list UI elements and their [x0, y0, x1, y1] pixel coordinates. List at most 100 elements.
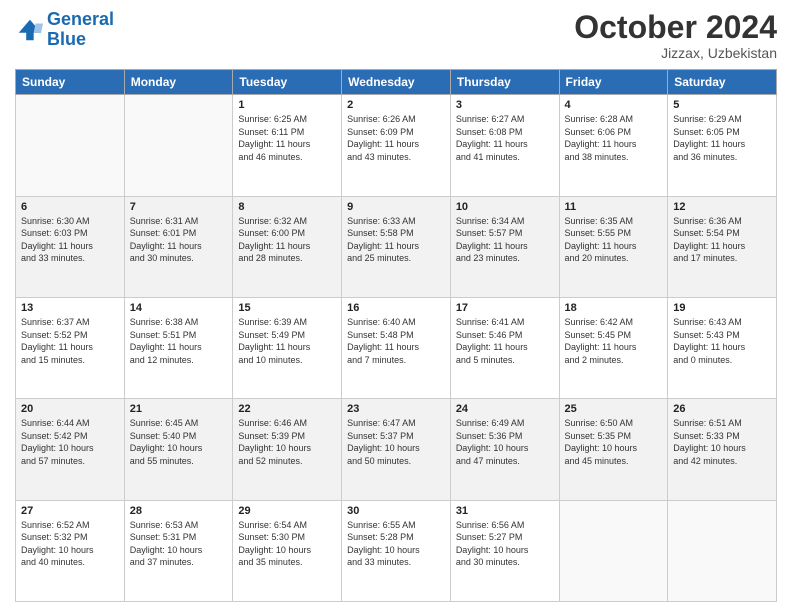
- day-info: Sunrise: 6:49 AM Sunset: 5:36 PM Dayligh…: [456, 417, 554, 467]
- day-info: Sunrise: 6:41 AM Sunset: 5:46 PM Dayligh…: [456, 316, 554, 366]
- col-thursday: Thursday: [450, 70, 559, 95]
- table-cell: 19 Sunrise: 6:43 AM Sunset: 5:43 PM Dayli…: [668, 297, 777, 398]
- table-cell: [16, 95, 125, 196]
- day-info: Sunrise: 6:31 AM Sunset: 6:01 PM Dayligh…: [130, 215, 228, 265]
- day-number: 1: [238, 99, 336, 111]
- day-info: Sunrise: 6:44 AM Sunset: 5:42 PM Dayligh…: [21, 417, 119, 467]
- day-info: Sunrise: 6:37 AM Sunset: 5:52 PM Dayligh…: [21, 316, 119, 366]
- day-number: 8: [238, 201, 336, 213]
- calendar-page: General Blue October 2024 Jizzax, Uzbeki…: [0, 0, 792, 612]
- day-number: 14: [130, 302, 228, 314]
- day-number: 6: [21, 201, 119, 213]
- day-number: 30: [347, 505, 445, 517]
- day-info: Sunrise: 6:55 AM Sunset: 5:28 PM Dayligh…: [347, 519, 445, 569]
- calendar-week-row: 20 Sunrise: 6:44 AM Sunset: 5:42 PM Dayli…: [16, 399, 777, 500]
- day-number: 5: [673, 99, 771, 111]
- day-number: 15: [238, 302, 336, 314]
- day-number: 9: [347, 201, 445, 213]
- table-cell: 14 Sunrise: 6:38 AM Sunset: 5:51 PM Dayli…: [124, 297, 233, 398]
- table-cell: 9 Sunrise: 6:33 AM Sunset: 5:58 PM Daylig…: [342, 196, 451, 297]
- col-wednesday: Wednesday: [342, 70, 451, 95]
- col-saturday: Saturday: [668, 70, 777, 95]
- table-cell: 13 Sunrise: 6:37 AM Sunset: 5:52 PM Dayli…: [16, 297, 125, 398]
- day-info: Sunrise: 6:42 AM Sunset: 5:45 PM Dayligh…: [565, 316, 663, 366]
- day-info: Sunrise: 6:27 AM Sunset: 6:08 PM Dayligh…: [456, 113, 554, 163]
- day-number: 13: [21, 302, 119, 314]
- table-cell: 7Sunrise: 6:31 AM Sunset: 6:01 PM Daylig…: [124, 196, 233, 297]
- day-number: 25: [565, 403, 663, 415]
- calendar-header: Sunday Monday Tuesday Wednesday Thursday…: [16, 70, 777, 95]
- day-number: 16: [347, 302, 445, 314]
- calendar-week-row: 13 Sunrise: 6:37 AM Sunset: 5:52 PM Dayli…: [16, 297, 777, 398]
- logo-blue: Blue: [47, 29, 86, 49]
- day-number: 19: [673, 302, 771, 314]
- table-cell: 8 Sunrise: 6:32 AM Sunset: 6:00 PM Daylig…: [233, 196, 342, 297]
- table-cell: [668, 500, 777, 601]
- location: Jizzax, Uzbekistan: [574, 45, 777, 61]
- day-info: Sunrise: 6:51 AM Sunset: 5:33 PM Dayligh…: [673, 417, 771, 467]
- logo-icon: [15, 16, 43, 44]
- day-info: Sunrise: 6:50 AM Sunset: 5:35 PM Dayligh…: [565, 417, 663, 467]
- day-info: Sunrise: 6:43 AM Sunset: 5:43 PM Dayligh…: [673, 316, 771, 366]
- table-cell: 29 Sunrise: 6:54 AM Sunset: 5:30 PM Dayli…: [233, 500, 342, 601]
- header-row: Sunday Monday Tuesday Wednesday Thursday…: [16, 70, 777, 95]
- day-number: 22: [238, 403, 336, 415]
- table-cell: 12 Sunrise: 6:36 AM Sunset: 5:54 PM Dayli…: [668, 196, 777, 297]
- table-cell: 18 Sunrise: 6:42 AM Sunset: 5:45 PM Dayli…: [559, 297, 668, 398]
- day-info: Sunrise: 6:56 AM Sunset: 5:27 PM Dayligh…: [456, 519, 554, 569]
- col-friday: Friday: [559, 70, 668, 95]
- header: General Blue October 2024 Jizzax, Uzbeki…: [15, 10, 777, 61]
- day-number: 12: [673, 201, 771, 213]
- day-info: Sunrise: 6:32 AM Sunset: 6:00 PM Dayligh…: [238, 215, 336, 265]
- day-number: 29: [238, 505, 336, 517]
- col-tuesday: Tuesday: [233, 70, 342, 95]
- table-cell: 11Sunrise: 6:35 AM Sunset: 5:55 PM Dayli…: [559, 196, 668, 297]
- day-number: 10: [456, 201, 554, 213]
- day-info: Sunrise: 6:33 AM Sunset: 5:58 PM Dayligh…: [347, 215, 445, 265]
- day-number: 31: [456, 505, 554, 517]
- day-number: 3: [456, 99, 554, 111]
- day-info: Sunrise: 6:28 AM Sunset: 6:06 PM Dayligh…: [565, 113, 663, 163]
- day-number: 4: [565, 99, 663, 111]
- day-info: Sunrise: 6:52 AM Sunset: 5:32 PM Dayligh…: [21, 519, 119, 569]
- table-cell: 28Sunrise: 6:53 AM Sunset: 5:31 PM Dayli…: [124, 500, 233, 601]
- table-cell: 30 Sunrise: 6:55 AM Sunset: 5:28 PM Dayli…: [342, 500, 451, 601]
- table-cell: 5 Sunrise: 6:29 AM Sunset: 6:05 PM Daylig…: [668, 95, 777, 196]
- table-cell: 17 Sunrise: 6:41 AM Sunset: 5:46 PM Dayli…: [450, 297, 559, 398]
- table-cell: 21Sunrise: 6:45 AM Sunset: 5:40 PM Dayli…: [124, 399, 233, 500]
- month-year: October 2024: [574, 10, 777, 45]
- day-info: Sunrise: 6:54 AM Sunset: 5:30 PM Dayligh…: [238, 519, 336, 569]
- logo: General Blue: [15, 10, 114, 50]
- table-cell: [559, 500, 668, 601]
- table-cell: 22 Sunrise: 6:46 AM Sunset: 5:39 PM Dayli…: [233, 399, 342, 500]
- day-info: Sunrise: 6:53 AM Sunset: 5:31 PM Dayligh…: [130, 519, 228, 569]
- day-number: 20: [21, 403, 119, 415]
- calendar-week-row: 27Sunrise: 6:52 AM Sunset: 5:32 PM Dayli…: [16, 500, 777, 601]
- table-cell: [124, 95, 233, 196]
- day-info: Sunrise: 6:38 AM Sunset: 5:51 PM Dayligh…: [130, 316, 228, 366]
- table-cell: 20 Sunrise: 6:44 AM Sunset: 5:42 PM Dayli…: [16, 399, 125, 500]
- table-cell: 24Sunrise: 6:49 AM Sunset: 5:36 PM Dayli…: [450, 399, 559, 500]
- day-info: Sunrise: 6:34 AM Sunset: 5:57 PM Dayligh…: [456, 215, 554, 265]
- logo-general: General: [47, 9, 114, 29]
- day-info: Sunrise: 6:30 AM Sunset: 6:03 PM Dayligh…: [21, 215, 119, 265]
- table-cell: 26Sunrise: 6:51 AM Sunset: 5:33 PM Dayli…: [668, 399, 777, 500]
- table-cell: 16Sunrise: 6:40 AM Sunset: 5:48 PM Dayli…: [342, 297, 451, 398]
- day-info: Sunrise: 6:46 AM Sunset: 5:39 PM Dayligh…: [238, 417, 336, 467]
- col-monday: Monday: [124, 70, 233, 95]
- day-number: 17: [456, 302, 554, 314]
- calendar-week-row: 6 Sunrise: 6:30 AM Sunset: 6:03 PM Daylig…: [16, 196, 777, 297]
- day-info: Sunrise: 6:29 AM Sunset: 6:05 PM Dayligh…: [673, 113, 771, 163]
- calendar-week-row: 1 Sunrise: 6:25 AM Sunset: 6:11 PM Daylig…: [16, 95, 777, 196]
- logo-text: General Blue: [47, 10, 114, 50]
- day-number: 21: [130, 403, 228, 415]
- table-cell: 2Sunrise: 6:26 AM Sunset: 6:09 PM Daylig…: [342, 95, 451, 196]
- table-cell: 27Sunrise: 6:52 AM Sunset: 5:32 PM Dayli…: [16, 500, 125, 601]
- day-info: Sunrise: 6:35 AM Sunset: 5:55 PM Dayligh…: [565, 215, 663, 265]
- table-cell: 3 Sunrise: 6:27 AM Sunset: 6:08 PM Daylig…: [450, 95, 559, 196]
- table-cell: 15Sunrise: 6:39 AM Sunset: 5:49 PM Dayli…: [233, 297, 342, 398]
- calendar-body: 1 Sunrise: 6:25 AM Sunset: 6:11 PM Daylig…: [16, 95, 777, 602]
- day-info: Sunrise: 6:36 AM Sunset: 5:54 PM Dayligh…: [673, 215, 771, 265]
- day-number: 18: [565, 302, 663, 314]
- day-info: Sunrise: 6:25 AM Sunset: 6:11 PM Dayligh…: [238, 113, 336, 163]
